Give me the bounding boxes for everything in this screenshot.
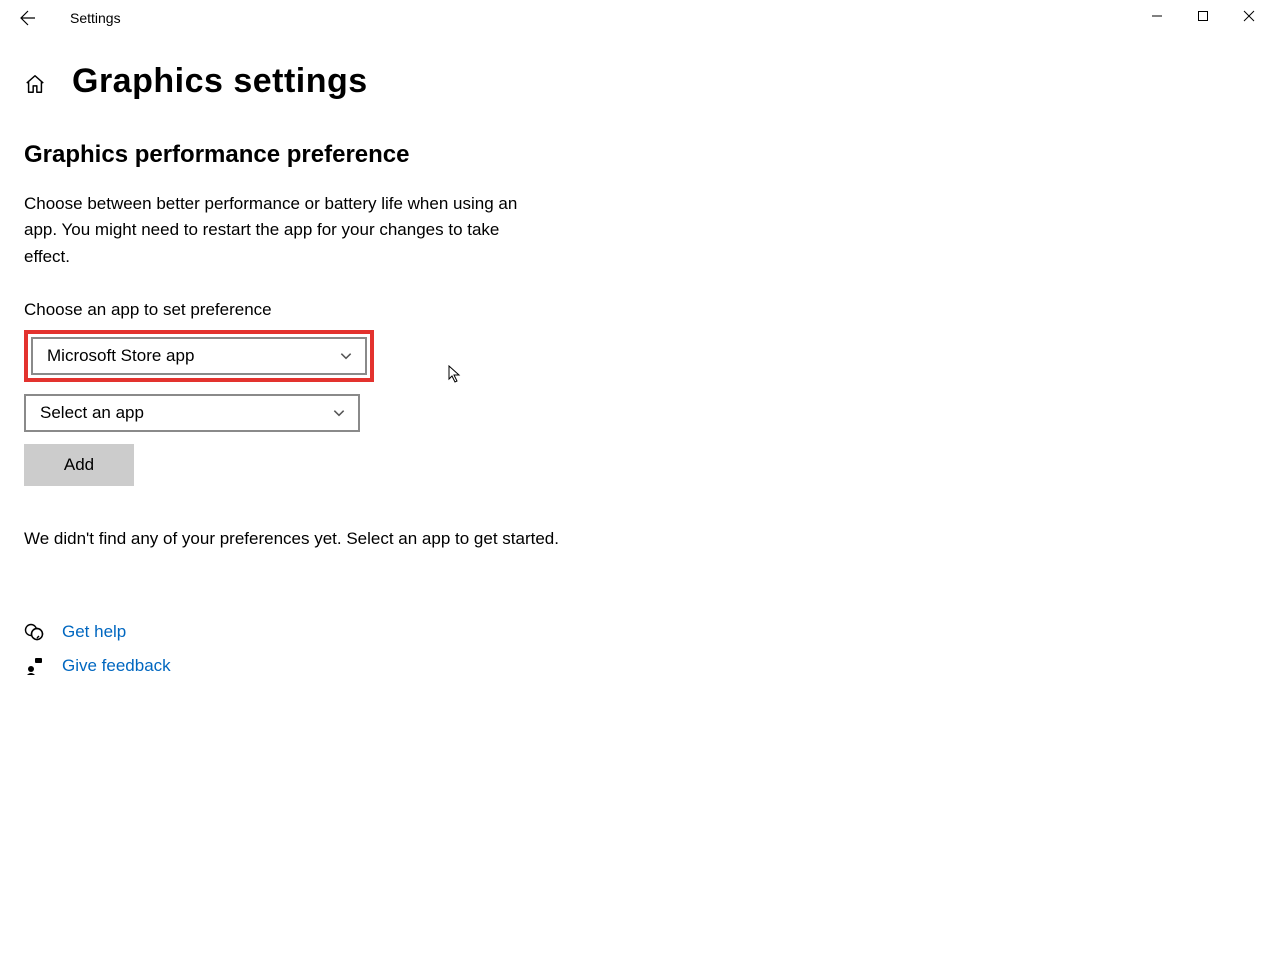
app-type-dropdown[interactable]: Microsoft Store app xyxy=(31,337,367,375)
get-help-link[interactable]: Get help xyxy=(24,622,640,642)
close-icon xyxy=(1243,10,1255,22)
close-button[interactable] xyxy=(1226,0,1272,32)
feedback-icon xyxy=(24,656,44,676)
page-title: Graphics settings xyxy=(72,62,368,101)
section-heading: Graphics performance preference xyxy=(24,141,640,169)
window-controls xyxy=(1134,0,1272,32)
titlebar: Settings xyxy=(0,0,1272,36)
arrow-left-icon xyxy=(20,10,36,26)
maximize-button[interactable] xyxy=(1180,0,1226,32)
page-header: Graphics settings xyxy=(24,62,640,101)
get-help-label: Get help xyxy=(62,622,126,642)
minimize-button[interactable] xyxy=(1134,0,1180,32)
home-icon[interactable] xyxy=(24,73,46,95)
dropdown-label: Choose an app to set preference xyxy=(24,300,640,320)
content-area: Graphics settings Graphics performance p… xyxy=(0,36,640,676)
minimize-icon xyxy=(1151,10,1163,22)
back-button[interactable] xyxy=(18,8,38,28)
select-app-value: Select an app xyxy=(40,403,144,423)
chevron-down-icon xyxy=(332,406,346,420)
highlight-annotation: Microsoft Store app xyxy=(24,330,374,382)
help-icon xyxy=(24,622,44,642)
give-feedback-label: Give feedback xyxy=(62,656,171,676)
help-links: Get help Give feedback xyxy=(24,622,640,676)
window-title: Settings xyxy=(70,10,121,26)
chevron-down-icon xyxy=(339,349,353,363)
add-button[interactable]: Add xyxy=(24,444,134,486)
give-feedback-link[interactable]: Give feedback xyxy=(24,656,640,676)
empty-state-message: We didn't find any of your preferences y… xyxy=(24,526,564,552)
maximize-icon xyxy=(1197,10,1209,22)
select-app-dropdown[interactable]: Select an app xyxy=(24,394,360,432)
app-type-value: Microsoft Store app xyxy=(47,346,194,366)
section-description: Choose between better performance or bat… xyxy=(24,191,544,270)
